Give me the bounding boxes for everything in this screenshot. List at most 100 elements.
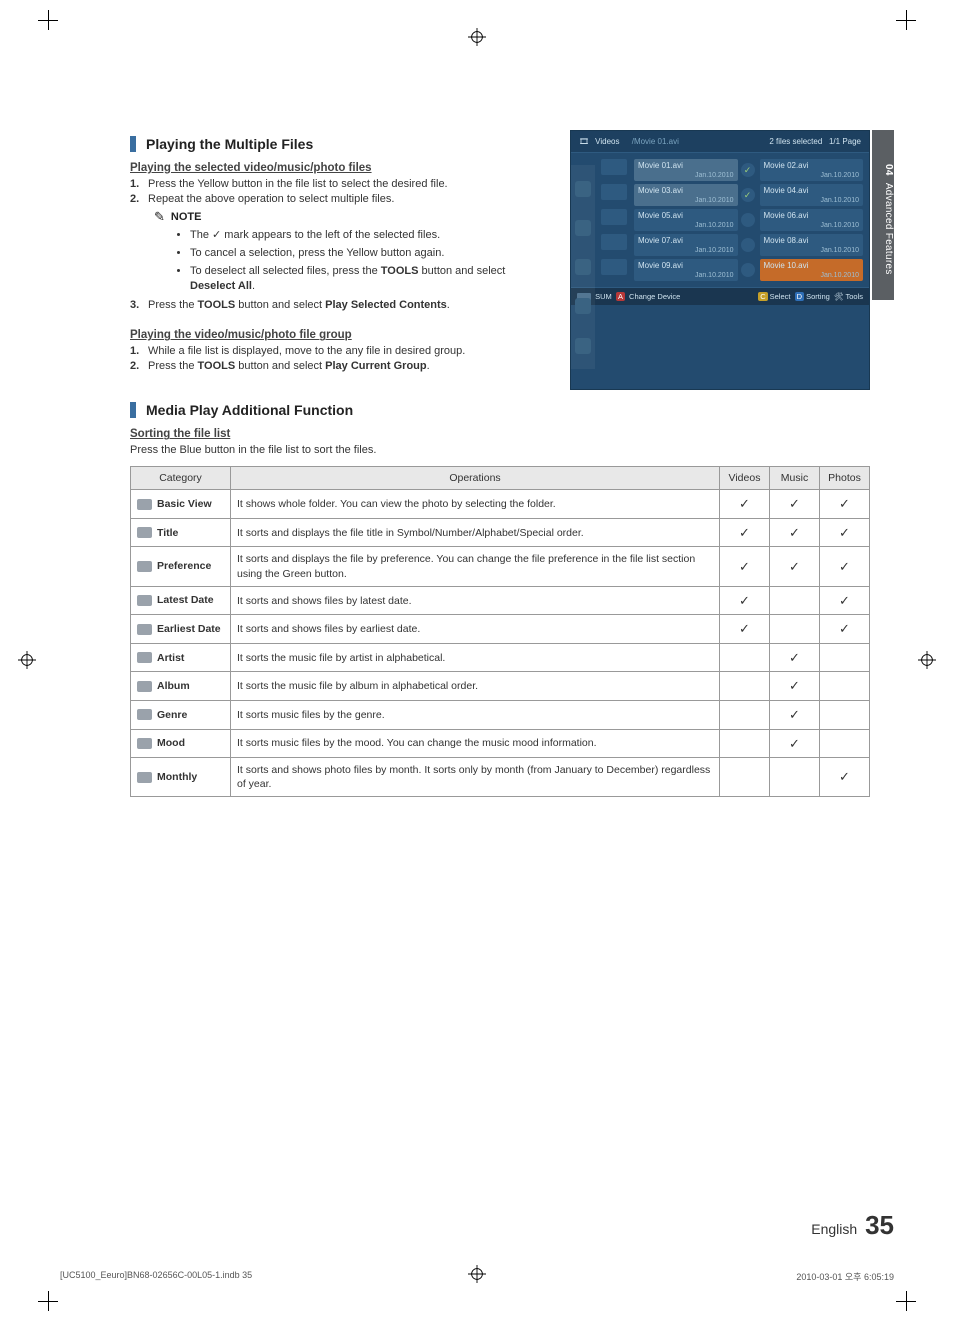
cell-photos [820, 643, 870, 672]
file-thumbnail [601, 159, 627, 175]
file-name: Movie 01.avi [638, 161, 734, 170]
cell-category: Preference [131, 547, 231, 586]
color-d-icon: D [795, 292, 804, 301]
file-thumbnail [601, 259, 627, 275]
cell-operations: It sorts and shows files by earliest dat… [231, 615, 720, 644]
cell-photos [820, 701, 870, 730]
file-item[interactable]: Movie 08.aviJan.10.2010 [760, 234, 864, 256]
section-heading-media-play: Media Play Additional Function [130, 402, 870, 418]
category-icon [137, 738, 152, 749]
file-item[interactable]: Movie 02.avi Jan.10.2010 [760, 159, 864, 181]
category-label: Preference [157, 561, 211, 573]
breadcrumb: Videos /Movie 01.avi [595, 137, 769, 146]
change-device-label: Change Device [629, 292, 680, 301]
table-row: MonthlyIt sorts and shows photo files by… [131, 758, 870, 797]
chapter-number: 04 [883, 164, 894, 176]
table-row: MoodIt sorts music files by the mood. Yo… [131, 729, 870, 758]
file-item[interactable]: Movie 04.aviJan.10.2010 [760, 184, 864, 206]
check-icon [741, 238, 755, 252]
th-music: Music [770, 467, 820, 490]
registration-mark-icon [918, 651, 936, 669]
file-name: Movie 03.avi [638, 186, 734, 195]
page-footer: English 35 [811, 1210, 894, 1241]
breadcrumb-path: /Movie 01.avi [632, 137, 679, 146]
sidebar-icon [575, 298, 591, 314]
file-date: Jan.10.2010 [764, 172, 860, 179]
file-item[interactable]: Movie 05.aviJan.10.2010 [634, 209, 738, 231]
category-label: Earliest Date [157, 623, 221, 635]
file-name: Movie 04.avi [764, 186, 860, 195]
print-file-name: [UC5100_Eeuro]BN68-02656C-00L05-1.indb 3… [60, 1270, 252, 1283]
table-row: Basic ViewIt shows whole folder. You can… [131, 490, 870, 519]
file-date: Jan.10.2010 [638, 197, 734, 204]
file-name: Movie 02.avi [764, 161, 860, 170]
file-item[interactable]: Movie 03.avi Jan.10.2010 [634, 184, 738, 206]
table-row: Artist It sorts the music file by artist … [131, 643, 870, 672]
th-operations: Operations [231, 467, 720, 490]
crop-mark [38, 10, 58, 30]
sidebar-icon [575, 181, 591, 197]
file-item[interactable]: Movie 06.aviJan.10.2010 [760, 209, 864, 231]
cell-category: Album [131, 672, 231, 701]
table-row: PreferenceIt sorts and displays the file… [131, 547, 870, 586]
category-icon [137, 499, 152, 510]
cell-music: ✓ [770, 518, 820, 547]
cell-videos: ✓ [720, 490, 770, 519]
sidebar-icon [575, 259, 591, 275]
category-icon [137, 709, 152, 720]
file-thumbnail [601, 184, 627, 200]
step-text: Press the TOOLS button and select Play S… [148, 299, 450, 311]
footer-lang: English [811, 1221, 857, 1237]
file-item[interactable]: Movie 07.aviJan.10.2010 [634, 234, 738, 256]
cell-category: Genre [131, 701, 231, 730]
cell-photos: ✓ [820, 586, 870, 615]
sorting-table: Category Operations Videos Music Photos … [130, 466, 870, 797]
cell-videos [720, 758, 770, 797]
note-icon: ✎ [154, 209, 165, 225]
file-thumbnail [601, 209, 627, 225]
file-date: Jan.10.2010 [764, 222, 860, 229]
cell-videos: ✓ [720, 586, 770, 615]
check-icon: ✓ [741, 188, 755, 202]
file-item[interactable]: Movie 10.aviJan.10.2010 [760, 259, 864, 281]
category-label: Artist [157, 652, 184, 664]
crop-mark [896, 10, 916, 30]
bullet-text: The ✓ mark appears to the left of the se… [190, 228, 530, 243]
file-name: Movie 09.avi [638, 261, 734, 270]
cell-category: Basic View [131, 490, 231, 519]
cell-operations: It sorts and displays the file title in … [231, 518, 720, 547]
cell-music: ✓ [770, 643, 820, 672]
cell-photos [820, 729, 870, 758]
category-icon [137, 527, 152, 538]
cell-music: ✓ [770, 490, 820, 519]
print-timestamp: 2010-03-01 오후 6:05:19 [796, 1270, 894, 1283]
cell-videos [720, 643, 770, 672]
cell-operations: It sorts music files by the genre. [231, 701, 720, 730]
category-icon [137, 624, 152, 635]
cell-videos: ✓ [720, 547, 770, 586]
file-date: Jan.10.2010 [638, 172, 734, 179]
screenshot-sidebar [571, 165, 595, 369]
crop-mark [896, 1291, 916, 1311]
category-label: Basic View [157, 498, 212, 510]
cell-photos [820, 672, 870, 701]
print-job-info: [UC5100_Eeuro]BN68-02656C-00L05-1.indb 3… [60, 1270, 894, 1283]
sum-label: SUM [595, 292, 612, 301]
cell-photos: ✓ [820, 758, 870, 797]
file-item[interactable]: Movie 01.avi Jan.10.2010 [634, 159, 738, 181]
film-icon: 🎞 [579, 137, 589, 146]
sidebar-icon [575, 338, 591, 354]
steps-selected: 1.Press the Yellow button in the file li… [130, 178, 530, 205]
category-label: Title [157, 527, 178, 539]
file-item[interactable]: Movie 09.aviJan.10.2010 [634, 259, 738, 281]
sidebar-icon [575, 220, 591, 236]
note-bullets: The ✓ mark appears to the left of the se… [190, 228, 530, 293]
check-icon [741, 263, 755, 277]
cell-operations: It sorts the music file by artist in alp… [231, 643, 720, 672]
crop-mark [38, 1291, 58, 1311]
cell-photos: ✓ [820, 490, 870, 519]
cell-videos: ✓ [720, 615, 770, 644]
cell-photos: ✓ [820, 518, 870, 547]
tv-screenshot: 🎞 Videos /Movie 01.avi 2 files selected … [570, 130, 870, 390]
steps-play-selected: 3.Press the TOOLS button and select Play… [130, 299, 530, 311]
